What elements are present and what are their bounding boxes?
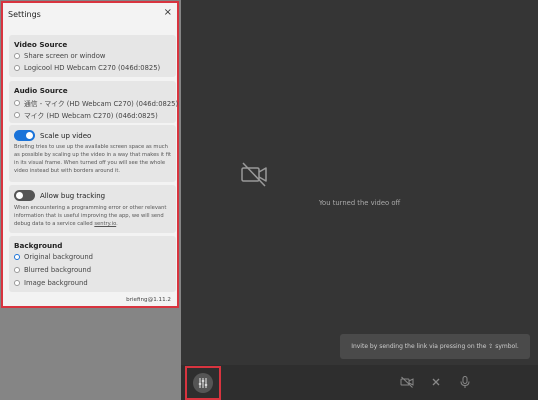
radio-icon[interactable]: [14, 100, 20, 106]
toggle-knob: [16, 192, 23, 199]
audio-source-card: Audio Source 通信 - マイク (HD Webcam C270) (…: [9, 81, 178, 123]
radio-icon[interactable]: [14, 53, 20, 59]
background-title: Background: [14, 241, 63, 250]
video-area: [181, 0, 538, 365]
invite-text: Invite by sending the link via pressing …: [351, 343, 519, 350]
option-label: 通信 - マイク (HD Webcam C270) (046d:0825): [24, 100, 179, 108]
radio-icon[interactable]: [14, 65, 20, 71]
video-off-message: You turned the video off: [318, 199, 401, 207]
toggle-knob: [26, 132, 33, 139]
audio-option-mic[interactable]: マイク (HD Webcam C270) (046d:0825): [14, 110, 158, 120]
option-label: マイク (HD Webcam C270) (046d:0825): [24, 112, 158, 120]
bug-tracking-label: Allow bug tracking: [40, 192, 106, 200]
background-option-original[interactable]: Original background: [14, 253, 93, 261]
option-label: Image background: [24, 279, 88, 287]
audio-option-comm-mic[interactable]: 通信 - マイク (HD Webcam C270) (046d:0825): [14, 98, 178, 108]
option-label: Blurred background: [24, 266, 92, 274]
scale-up-toggle[interactable]: [14, 130, 35, 141]
settings-title: Settings: [8, 10, 41, 19]
bottom-toolbar: [181, 365, 538, 400]
video-source-title: Video Source: [14, 40, 68, 49]
scale-up-label: Scale up video: [40, 132, 92, 140]
hangup-icon[interactable]: [429, 375, 443, 389]
radio-icon[interactable]: [14, 267, 20, 273]
version-label: briefing@1.11.2: [126, 297, 171, 303]
video-option-screen[interactable]: Share screen or window: [14, 52, 105, 60]
video-option-webcam[interactable]: Logicool HD Webcam C270 (046d:0825): [14, 64, 160, 72]
radio-selected-icon[interactable]: [14, 254, 20, 260]
scale-up-card: Scale up video Briefing tries to use up …: [9, 125, 176, 182]
radio-icon[interactable]: [14, 112, 20, 118]
settings-icon: [198, 378, 208, 388]
bug-tracking-description: When encountering a programming error or…: [14, 204, 174, 228]
background-card: Background Original background Blurred b…: [9, 236, 176, 292]
settings-header: Settings ×: [3, 3, 177, 27]
settings-button[interactable]: [193, 373, 213, 393]
close-icon[interactable]: ×: [164, 8, 172, 18]
invite-hint: Invite by sending the link via pressing …: [340, 334, 530, 359]
bug-tracking-suffix: .: [116, 221, 118, 227]
video-source-card: Video Source Share screen or window Logi…: [9, 35, 176, 77]
audio-source-title: Audio Source: [14, 86, 68, 95]
microphone-icon[interactable]: [458, 375, 472, 389]
option-label: Original background: [24, 253, 93, 261]
scale-up-description: Briefing tries to use up the available s…: [14, 144, 172, 174]
radio-icon[interactable]: [14, 280, 20, 286]
settings-panel: Settings × Video Source Share screen or …: [1, 1, 179, 308]
background-option-blurred[interactable]: Blurred background: [14, 266, 91, 274]
bug-tracking-text: When encountering a programming error or…: [14, 205, 167, 227]
sentry-link[interactable]: sentry.io: [94, 221, 116, 227]
option-label: Share screen or window: [24, 52, 106, 60]
bug-tracking-toggle[interactable]: [14, 190, 35, 201]
bug-tracking-card: Allow bug tracking When encountering a p…: [9, 185, 176, 233]
background-option-image[interactable]: Image background: [14, 279, 88, 287]
camera-off-icon: [241, 162, 267, 187]
option-label: Logicool HD Webcam C270 (046d:0825): [24, 64, 161, 72]
camera-off-icon[interactable]: [400, 375, 414, 389]
